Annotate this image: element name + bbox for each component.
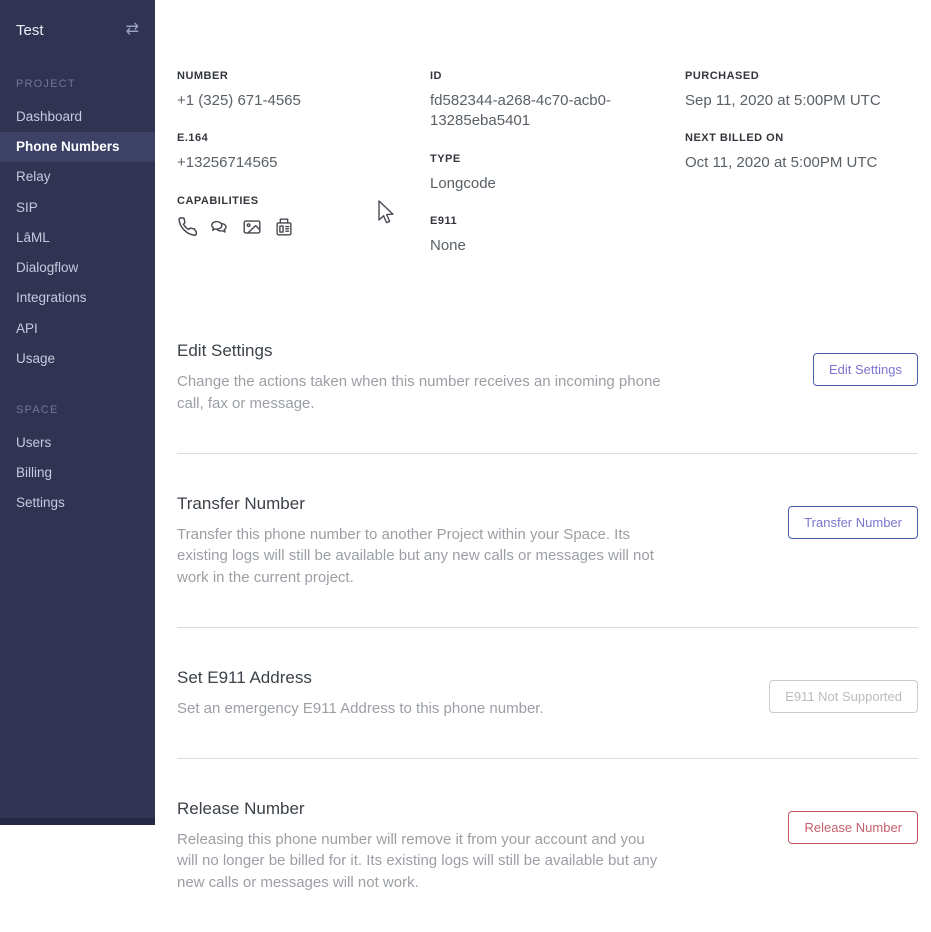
e164-value: +13256714565	[177, 153, 412, 173]
sidebar-item-settings[interactable]: Settings	[0, 488, 155, 518]
purchased-value: Sep 11, 2020 at 5:00PM UTC	[685, 91, 918, 111]
field-next-billed: NEXT BILLED ON Oct 11, 2020 at 5:00PM UT…	[685, 132, 918, 173]
project-section-label: PROJECT	[0, 78, 155, 90]
edit-settings-text: Edit Settings Change the actions taken w…	[177, 341, 667, 415]
field-type: TYPE Longcode	[430, 153, 685, 194]
project-name: Test	[16, 22, 44, 39]
sidebar-footer-strip	[0, 818, 155, 825]
app-window: Test ⇄ PROJECT Dashboard Phone Numbers R…	[0, 0, 931, 825]
space-nav-section: SPACE Users Billing Settings	[0, 404, 155, 519]
release-number-text: Release Number Releasing this phone numb…	[177, 799, 667, 894]
e911-not-supported-button: E911 Not Supported	[769, 680, 918, 713]
details-column-3: PURCHASED Sep 11, 2020 at 5:00PM UTC NEX…	[685, 70, 918, 277]
sidebar-header: Test ⇄	[0, 0, 155, 44]
action-sections: Edit Settings Change the actions taken w…	[177, 341, 918, 932]
section-edit-settings: Edit Settings Change the actions taken w…	[177, 341, 918, 453]
capabilities-label: CAPABILITIES	[177, 195, 430, 207]
field-capabilities: CAPABILITIES	[177, 195, 430, 238]
sidebar-item-usage[interactable]: Usage	[0, 344, 155, 374]
purchased-label: PURCHASED	[685, 70, 918, 82]
sms-chat-icon	[209, 216, 231, 238]
sidebar-item-api[interactable]: API	[0, 314, 155, 344]
phone-number-detail-page: NUMBER +1 (325) 671-4565 E.164 +13256714…	[155, 0, 931, 825]
e164-label: E.164	[177, 132, 430, 144]
transfer-number-button[interactable]: Transfer Number	[788, 506, 918, 539]
type-value: Longcode	[430, 174, 665, 194]
edit-settings-title: Edit Settings	[177, 341, 667, 361]
sidebar-item-sip[interactable]: SIP	[0, 193, 155, 223]
fax-icon	[273, 216, 295, 238]
project-switcher-icon[interactable]: ⇄	[126, 22, 139, 38]
set-e911-title: Set E911 Address	[177, 668, 544, 688]
next-billed-value: Oct 11, 2020 at 5:00PM UTC	[685, 153, 918, 173]
next-billed-label: NEXT BILLED ON	[685, 132, 918, 144]
type-label: TYPE	[430, 153, 685, 165]
number-value: +1 (325) 671-4565	[177, 91, 412, 111]
transfer-number-description: Transfer this phone number to another Pr…	[177, 524, 667, 589]
capability-icons	[177, 216, 430, 238]
field-e164: E.164 +13256714565	[177, 132, 430, 173]
details-column-2: ID fd582344-a268-4c70-acb0-13285eba5401 …	[430, 70, 685, 277]
sidebar-item-users[interactable]: Users	[0, 428, 155, 458]
set-e911-text: Set E911 Address Set an emergency E911 A…	[177, 668, 544, 720]
sidebar: Test ⇄ PROJECT Dashboard Phone Numbers R…	[0, 0, 155, 825]
field-id: ID fd582344-a268-4c70-acb0-13285eba5401	[430, 70, 685, 132]
project-nav-section: PROJECT Dashboard Phone Numbers Relay SI…	[0, 78, 155, 374]
edit-settings-button[interactable]: Edit Settings	[813, 353, 918, 386]
number-details: NUMBER +1 (325) 671-4565 E.164 +13256714…	[177, 70, 918, 277]
sidebar-item-integrations[interactable]: Integrations	[0, 283, 155, 313]
details-column-1: NUMBER +1 (325) 671-4565 E.164 +13256714…	[177, 70, 430, 277]
field-e911: E911 None	[430, 215, 685, 256]
mms-image-icon	[241, 216, 263, 238]
release-number-description: Releasing this phone number will remove …	[177, 829, 667, 894]
section-transfer-number: Transfer Number Transfer this phone numb…	[177, 453, 918, 627]
release-number-title: Release Number	[177, 799, 667, 819]
set-e911-description: Set an emergency E911 Address to this ph…	[177, 698, 544, 720]
field-purchased: PURCHASED Sep 11, 2020 at 5:00PM UTC	[685, 70, 918, 111]
id-value: fd582344-a268-4c70-acb0-13285eba5401	[430, 91, 665, 132]
section-release-number: Release Number Releasing this phone numb…	[177, 758, 918, 932]
section-set-e911: Set E911 Address Set an emergency E911 A…	[177, 627, 918, 758]
space-section-label: SPACE	[0, 404, 155, 416]
id-label: ID	[430, 70, 685, 82]
transfer-number-text: Transfer Number Transfer this phone numb…	[177, 494, 667, 589]
sidebar-item-phone-numbers[interactable]: Phone Numbers	[0, 132, 155, 162]
e911-value: None	[430, 236, 665, 256]
sidebar-item-relay[interactable]: Relay	[0, 162, 155, 192]
e911-label: E911	[430, 215, 685, 227]
transfer-number-title: Transfer Number	[177, 494, 667, 514]
number-label: NUMBER	[177, 70, 430, 82]
field-number: NUMBER +1 (325) 671-4565	[177, 70, 430, 111]
edit-settings-description: Change the actions taken when this numbe…	[177, 371, 667, 415]
sidebar-item-laml[interactable]: LāML	[0, 223, 155, 253]
voice-phone-icon	[177, 216, 199, 238]
sidebar-item-dialogflow[interactable]: Dialogflow	[0, 253, 155, 283]
sidebar-item-dashboard[interactable]: Dashboard	[0, 102, 155, 132]
release-number-button[interactable]: Release Number	[788, 811, 918, 844]
sidebar-item-billing[interactable]: Billing	[0, 458, 155, 488]
